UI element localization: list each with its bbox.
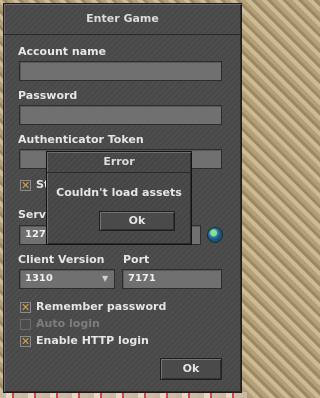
password-field[interactable]: [19, 105, 222, 125]
port-label: Port: [123, 253, 150, 266]
auto-login-checkbox[interactable]: [20, 319, 31, 330]
account-name-field[interactable]: [19, 61, 222, 81]
dialog-title: Error: [47, 152, 191, 173]
account-name-label: Account name: [18, 45, 107, 58]
enable-http-login-checkbox[interactable]: ✕: [20, 336, 31, 347]
auto-login-label: Auto login: [36, 317, 100, 330]
enable-http-login-label: Enable HTTP login: [36, 334, 149, 347]
globe-icon[interactable]: [207, 227, 223, 243]
client-version-label: Client Version: [18, 253, 105, 266]
port-field[interactable]: 7171: [122, 269, 222, 289]
client-version-select[interactable]: 1310: [19, 269, 115, 289]
server-label: Serv: [18, 208, 46, 221]
chevron-down-icon[interactable]: ▼: [102, 274, 108, 283]
password-label: Password: [18, 89, 78, 102]
dialog-ok-button[interactable]: Ok: [99, 211, 175, 231]
ok-button[interactable]: Ok: [160, 358, 222, 380]
window-title: Enter Game: [4, 4, 241, 35]
authenticator-token-label: Authenticator Token: [18, 133, 144, 146]
error-dialog: Error Couldn't load assets Ok: [46, 151, 192, 245]
remember-password-label: Remember password: [36, 300, 167, 313]
remember-password-checkbox[interactable]: ✕: [20, 302, 31, 313]
dialog-message: Couldn't load assets: [56, 186, 182, 199]
stay-logged-checkbox[interactable]: ✕: [20, 180, 31, 191]
